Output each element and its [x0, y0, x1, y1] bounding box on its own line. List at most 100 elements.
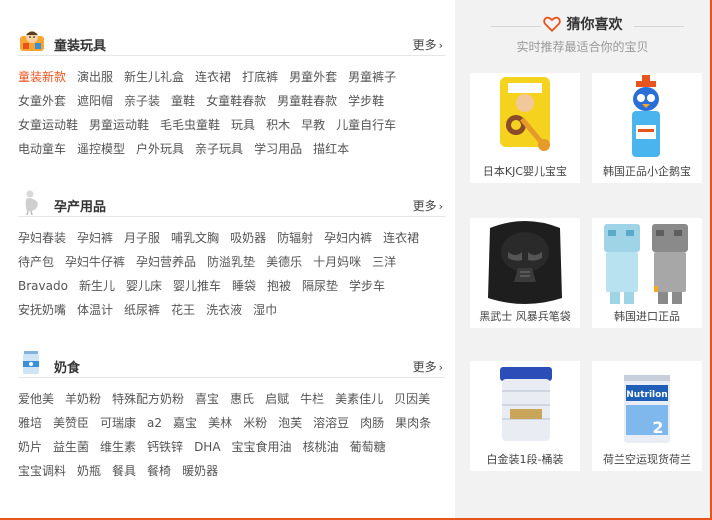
category-tag[interactable]: 防辐射	[277, 226, 313, 250]
category-tag[interactable]: 美赞臣	[53, 411, 89, 435]
category-tag[interactable]: 亲子装	[124, 89, 160, 113]
category-tag[interactable]: 美素佳儿	[335, 387, 383, 411]
more-link[interactable]: 更多 ›	[413, 36, 443, 53]
category-tag[interactable]: 孕妇营养品	[136, 250, 196, 274]
category-tag[interactable]: 隔尿垫	[302, 274, 338, 298]
category-tag[interactable]: 雅培	[18, 411, 42, 435]
category-tag[interactable]: 女童鞋春款	[206, 89, 266, 113]
category-tag[interactable]: 肉肠	[360, 411, 384, 435]
category-tag[interactable]: 爱他美	[18, 387, 54, 411]
category-tag[interactable]: 月子服	[124, 226, 160, 250]
category-tag[interactable]: 美德乐	[266, 250, 302, 274]
category-tag[interactable]: 防溢乳垫	[207, 250, 255, 274]
category-tag[interactable]: 泡芙	[278, 411, 302, 435]
category-tag[interactable]: 孕妇春装	[18, 226, 66, 250]
category-tag[interactable]: 连衣裙	[383, 226, 419, 250]
category-tag[interactable]: 玩具	[231, 113, 255, 137]
category-tag[interactable]: 惠氏	[230, 387, 254, 411]
category-tag[interactable]: 女童外套	[18, 89, 66, 113]
category-tag[interactable]: 睡袋	[232, 274, 256, 298]
category-tag[interactable]: 孕妇裤	[77, 226, 113, 250]
category-tag[interactable]: 十月妈咪	[313, 250, 361, 274]
category-tag[interactable]: 早教	[301, 113, 325, 137]
category-tag[interactable]: 可瑞康	[100, 411, 136, 435]
category-tag[interactable]: 益生菌	[53, 435, 89, 459]
category-tag[interactable]: 贝因美	[394, 387, 430, 411]
category-tag[interactable]: 男童外套	[289, 65, 337, 89]
category-tag[interactable]: a2	[147, 411, 162, 435]
category-tag[interactable]: 花王	[171, 298, 195, 322]
category-tag[interactable]: 亲子玩具	[195, 137, 243, 161]
category-tag[interactable]: 果肉条	[395, 411, 431, 435]
category-tag[interactable]: 女童运动鞋	[18, 113, 78, 137]
category-tag[interactable]: 童装新款	[18, 65, 66, 89]
category-tag[interactable]: 启赋	[265, 387, 289, 411]
product-card[interactable]: 韩国正品小企鹅宝	[592, 73, 702, 183]
category-tag[interactable]: 婴儿床	[126, 274, 162, 298]
category-tag[interactable]: 宝宝食用油	[232, 435, 292, 459]
category-tag[interactable]: 毛毛虫童鞋	[160, 113, 220, 137]
category-tag[interactable]: 男童运动鞋	[89, 113, 149, 137]
category-tag[interactable]: 奶瓶	[77, 459, 101, 483]
category-tag[interactable]: 纸尿裤	[124, 298, 160, 322]
category-tag[interactable]: 湿巾	[253, 298, 277, 322]
category-tag[interactable]: 描红本	[313, 137, 349, 161]
category-tag[interactable]: 维生素	[100, 435, 136, 459]
category-tag[interactable]: 积木	[266, 113, 290, 137]
category-tag[interactable]: 羊奶粉	[65, 387, 101, 411]
category-tag[interactable]: 体温计	[77, 298, 113, 322]
category-tag[interactable]: 奶片	[18, 435, 42, 459]
category-tag[interactable]: 吸奶器	[230, 226, 266, 250]
category-tag[interactable]: 遮阳帽	[77, 89, 113, 113]
category-tag[interactable]: 牛栏	[300, 387, 324, 411]
category-tag[interactable]: 学步车	[349, 274, 385, 298]
category-tag[interactable]: 美林	[208, 411, 232, 435]
category-tag[interactable]: 儿童自行车	[336, 113, 396, 137]
category-tag[interactable]: 遥控模型	[77, 137, 125, 161]
product-card[interactable]: 黑武士 风暴兵笔袋	[470, 218, 580, 328]
category-tag[interactable]: 男童鞋春款	[277, 89, 337, 113]
category-tag[interactable]: 新生儿礼盒	[124, 65, 184, 89]
category-tag[interactable]: 餐具	[112, 459, 136, 483]
category-tag[interactable]: 孕妇牛仔裤	[65, 250, 125, 274]
category-tag[interactable]: 溶溶豆	[313, 411, 349, 435]
category-tag[interactable]: 待产包	[18, 250, 54, 274]
category-tag[interactable]: 喜宝	[195, 387, 219, 411]
product-card[interactable]: 日本KJC婴儿宝宝	[470, 73, 580, 183]
category-tag[interactable]: 哺乳文胸	[171, 226, 219, 250]
category-tag[interactable]: 婴儿推车	[173, 274, 221, 298]
category-tag[interactable]: 嘉宝	[173, 411, 197, 435]
category-tag[interactable]: 安抚奶嘴	[18, 298, 66, 322]
category-tag[interactable]: 宝宝调料	[18, 459, 66, 483]
category-tag[interactable]: 男童裤子	[348, 65, 396, 89]
category-tag[interactable]: 核桃油	[303, 435, 339, 459]
category-tag[interactable]: 钙铁锌	[147, 435, 183, 459]
category-tag[interactable]: 暖奶器	[182, 459, 218, 483]
category-tag[interactable]: 演出服	[77, 65, 113, 89]
category-tag[interactable]: DHA	[194, 435, 220, 459]
category-tag[interactable]: 特殊配方奶粉	[112, 387, 184, 411]
product-card[interactable]: Nutrilon 2 荷兰空运现货荷兰	[592, 361, 702, 471]
category-tag[interactable]: 电动童车	[18, 137, 66, 161]
category-tag[interactable]: 孕妇内裤	[324, 226, 372, 250]
category-tag[interactable]: 新生儿	[79, 274, 115, 298]
product-card[interactable]: 白金装1段-桶装	[470, 361, 580, 471]
category-tag[interactable]: 连衣裙	[195, 65, 231, 89]
section-header: 孕产用品 更多 ›	[18, 190, 445, 217]
category-tag[interactable]: 童鞋	[171, 89, 195, 113]
category-tag[interactable]: 户外玩具	[136, 137, 184, 161]
category-tag[interactable]: 葡萄糖	[350, 435, 386, 459]
category-tag[interactable]: 米粉	[243, 411, 267, 435]
category-tag[interactable]: 餐椅	[147, 459, 171, 483]
category-tag[interactable]: 学习用品	[254, 137, 302, 161]
category-tag[interactable]: Bravado	[18, 274, 68, 298]
more-link[interactable]: 更多 ›	[413, 197, 443, 214]
category-tag[interactable]: 学步鞋	[348, 89, 384, 113]
tag-list: 爱他美 羊奶粉 特殊配方奶粉 喜宝 惠氏 启赋 牛栏 美素佳儿 贝因美雅培 美赞臣 可瑞康 a2 嘉宝美…	[18, 387, 445, 483]
category-tag[interactable]: 打底裤	[242, 65, 278, 89]
more-link[interactable]: 更多 ›	[413, 358, 443, 375]
product-card[interactable]: 韩国进口正品	[592, 218, 702, 328]
category-tag[interactable]: 抱被	[267, 274, 291, 298]
category-tag[interactable]: 洗衣液	[206, 298, 242, 322]
category-tag[interactable]: 三洋	[372, 250, 396, 274]
